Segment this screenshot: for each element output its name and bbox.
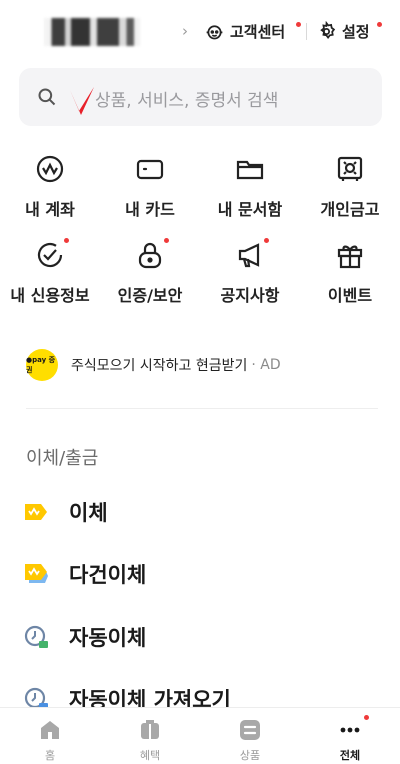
pay-logo: ●pay 증권: [26, 349, 58, 381]
menu-item-label: 다건이체: [69, 563, 147, 587]
settings-label: 설정: [342, 23, 370, 41]
header-divider: [306, 23, 307, 40]
tab-home[interactable]: 홈: [0, 708, 100, 764]
tab-label: 홈: [44, 749, 56, 762]
badge-dot: [64, 238, 69, 243]
tab-label: 전체: [339, 749, 361, 762]
quick-menu-event[interactable]: 이벤트: [300, 234, 400, 314]
folder-icon: [236, 160, 264, 180]
safe-icon: [337, 156, 363, 181]
ad-tag: · AD: [251, 357, 281, 373]
account-icon: [36, 155, 64, 183]
menu-item-multi-transfer[interactable]: 다건이체: [22, 554, 382, 594]
section-title: 이체/출금: [26, 448, 99, 469]
quick-menu-label: 개인금고: [320, 200, 380, 219]
tab-all[interactable]: 전체: [300, 708, 400, 764]
quick-menu-label: 내 문서함: [217, 200, 283, 219]
tab-label: 혜택: [139, 749, 161, 762]
tab-label: 상품: [239, 749, 261, 762]
credit-check-icon: [37, 242, 63, 268]
ad-banner[interactable]: ●pay 증권 주식모으기 시작하고 현금받기 · AD: [26, 349, 386, 381]
header: › 고객센터 설정: [0, 0, 400, 66]
menu-item-label: 이체: [69, 501, 108, 525]
benefit-icon: [141, 720, 159, 739]
badge-dot: [164, 238, 169, 243]
customer-center-button[interactable]: 고객센터: [204, 21, 285, 42]
gear-icon: [320, 21, 336, 39]
auto-transfer-icon: [24, 625, 48, 648]
tab-benefit[interactable]: 혜택: [100, 708, 200, 764]
more-icon: [340, 727, 360, 733]
products-icon: [240, 720, 260, 740]
chevron-right-icon[interactable]: ›: [182, 22, 188, 40]
home-icon: [41, 721, 59, 739]
quick-menu-label: 이벤트: [327, 286, 373, 305]
quick-menu-label: 인증/보안: [117, 286, 183, 305]
quick-menu-safe[interactable]: 개인금고: [300, 148, 400, 228]
settings-button[interactable]: 설정: [316, 21, 370, 42]
menu-item-transfer[interactable]: 이체: [22, 492, 382, 532]
quick-menu-credit[interactable]: 내 신용정보: [0, 234, 100, 314]
quick-menu-security[interactable]: 인증/보안: [100, 234, 200, 314]
ad-text: 주식모으기 시작하고 현금받기: [71, 358, 248, 374]
badge-dot: [264, 238, 269, 243]
search-icon: [38, 88, 56, 106]
quick-menu-account[interactable]: 내 계좌: [0, 148, 100, 228]
search-placeholder: 상품, 서비스, 증명서 검색: [95, 91, 279, 111]
quick-menu-label: 내 계좌: [25, 200, 75, 219]
badge-dot: [364, 715, 369, 720]
search-bar[interactable]: 상품, 서비스, 증명서 검색: [19, 68, 382, 126]
section-divider: [26, 408, 378, 409]
multi-transfer-icon: [25, 564, 48, 583]
red-check-mark: [70, 87, 94, 115]
quick-menu-notice[interactable]: 공지사항: [200, 234, 300, 314]
headset-icon: [206, 25, 223, 40]
lock-icon: [138, 242, 162, 269]
quick-menu-label: 공지사항: [220, 286, 280, 305]
settings-badge-dot: [377, 22, 382, 27]
quick-menu-label: 내 카드: [125, 200, 175, 219]
gift-icon: [337, 245, 363, 269]
quick-menu-label: 내 신용정보: [10, 286, 90, 305]
menu-item-auto-transfer[interactable]: 자동이체: [22, 617, 382, 657]
support-badge-dot: [296, 22, 301, 27]
quick-menu-card[interactable]: 내 카드: [100, 148, 200, 228]
user-name-blurred[interactable]: [44, 18, 140, 46]
quick-menu-documents[interactable]: 내 문서함: [200, 148, 300, 228]
customer-center-label: 고객센터: [230, 23, 286, 41]
card-icon: [136, 159, 164, 180]
menu-item-label: 자동이체: [69, 626, 147, 650]
transfer-icon: [25, 504, 47, 520]
tab-products[interactable]: 상품: [200, 708, 300, 764]
megaphone-icon: [238, 243, 260, 268]
bottom-navigation: 홈 혜택 상품 전체: [0, 707, 400, 764]
